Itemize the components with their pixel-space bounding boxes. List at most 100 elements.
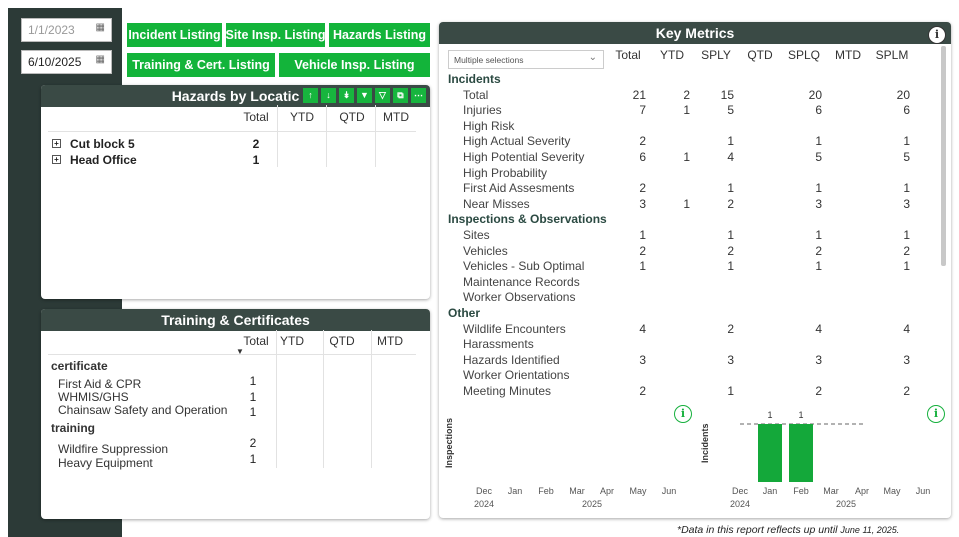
hazard-total-value: 1: [252, 153, 260, 167]
table-row[interactable]: + Cut block 5: [52, 137, 135, 151]
metric-label: Injuries: [463, 103, 502, 118]
metric-label: High Risk: [463, 118, 515, 133]
expand-icon[interactable]: +: [52, 155, 61, 165]
x-tick-label: Feb: [793, 486, 809, 496]
metric-value: 6: [903, 103, 910, 118]
end-date-value: 6/10/2025: [28, 55, 82, 69]
metric-value: 1: [727, 228, 734, 242]
metric-value: 3: [639, 352, 646, 367]
calendar-icon[interactable]: ▦: [96, 22, 105, 33]
training-header-divider: [48, 354, 416, 355]
km-col-ytd[interactable]: YTD: [652, 48, 692, 62]
km-col-total[interactable]: Total: [608, 48, 648, 62]
km-col-sply[interactable]: SPLY: [696, 48, 736, 62]
x-tick-label: Jun: [915, 486, 931, 496]
metric-label: Vehicles - Sub Optimal: [463, 259, 585, 274]
chart-bar[interactable]: [758, 424, 782, 482]
end-date-input[interactable]: 6/10/2025 ▦: [21, 50, 112, 74]
metric-value: 1: [815, 134, 822, 149]
calendar-icon[interactable]: ▦: [96, 54, 105, 65]
hazards-listing-button[interactable]: Hazards Listing: [329, 23, 430, 47]
metric-value: 1: [727, 384, 734, 398]
metric-value: 5: [727, 103, 734, 118]
x-tick-label: Apr: [599, 486, 614, 496]
x-year-label: 2024: [473, 499, 495, 509]
arrow-up-icon[interactable]: ↑: [303, 88, 318, 103]
metric-section-label: Incidents: [448, 72, 501, 86]
site-insp-listing-button[interactable]: Site Insp. Listing: [226, 23, 326, 47]
metric-label: Total: [463, 87, 489, 102]
incident-listing-button[interactable]: Incident Listing: [127, 23, 222, 47]
training-cert-listing-button[interactable]: Training & Cert. Listing: [127, 53, 275, 77]
visual-toolbar: ↑ ↓ ↡ ▼ ▽ ⧉ ⋯: [303, 88, 426, 103]
metric-value: 3: [727, 352, 734, 367]
vehicle-insp-listing-button[interactable]: Vehicle Insp. Listing: [279, 53, 430, 77]
hazard-location-label: Cut block 5: [70, 137, 135, 151]
training-section-certificate[interactable]: certificate: [51, 359, 108, 373]
metric-value: 15: [720, 87, 734, 102]
metric-value: 1: [683, 150, 690, 164]
list-item: Chainsaw Safety and Operation: [58, 403, 228, 417]
training-total-value: 2: [249, 436, 257, 450]
info-icon[interactable]: i: [928, 26, 946, 44]
table-row[interactable]: + Head Office: [52, 153, 137, 167]
training-section-training[interactable]: training: [51, 421, 95, 435]
x-tick-label: Mar: [823, 486, 839, 496]
x-year-label: 2024: [729, 499, 751, 509]
x-year-label: 2025: [581, 499, 603, 509]
x-tick-label: Mar: [569, 486, 585, 496]
vertical-scrollbar[interactable]: [941, 46, 946, 266]
more-options-icon[interactable]: ⋯: [411, 88, 426, 103]
filter-icon[interactable]: ▽: [375, 88, 390, 103]
metric-label: Near Misses: [463, 196, 530, 211]
hazards-panel-title-text: Hazards by Locatic: [171, 88, 300, 104]
metric-label: Vehicles: [463, 243, 508, 258]
training-col-divider: [323, 330, 324, 468]
hazards-col-mtd[interactable]: MTD: [376, 110, 416, 124]
metric-value: 20: [896, 87, 910, 102]
metric-label: Hazards Identified: [463, 352, 560, 367]
metric-value: 2: [727, 321, 734, 336]
expand-all-icon[interactable]: ▼: [357, 88, 372, 103]
metric-value: 3: [815, 352, 822, 367]
km-col-splm[interactable]: SPLM: [872, 48, 912, 62]
metric-value: 1: [903, 259, 910, 274]
metric-value: 4: [815, 321, 822, 336]
x-tick-label: Jan: [507, 486, 523, 496]
list-item: WHMIS/GHS: [58, 390, 129, 404]
double-arrow-down-icon[interactable]: ↡: [339, 88, 354, 103]
training-total-value: 1: [249, 390, 257, 404]
hazards-col-total[interactable]: Total: [236, 110, 276, 124]
metric-label: Worker Orientations: [463, 368, 570, 383]
metric-value: 4: [727, 150, 734, 164]
metric-value: 1: [815, 228, 822, 242]
metric-label: High Actual Severity: [463, 134, 571, 149]
arrow-down-icon[interactable]: ↓: [321, 88, 336, 103]
start-date-input[interactable]: 1/1/2023 ▦: [21, 18, 112, 42]
hazards-col-qtd[interactable]: QTD: [330, 110, 374, 124]
list-item: Wildfire Suppression: [58, 442, 169, 456]
km-col-splq[interactable]: SPLQ: [784, 48, 824, 62]
metric-value: 2: [639, 181, 646, 196]
list-item: Heavy Equipment: [58, 456, 153, 470]
info-icon[interactable]: i: [674, 405, 692, 423]
metric-label: Sites: [463, 228, 490, 242]
chevron-down-icon: ⌄: [588, 52, 597, 63]
metric-value: 2: [639, 134, 646, 149]
multiple-selections-dropdown[interactable]: Multiple selections ⌄: [448, 50, 604, 69]
x-tick-label: May: [629, 486, 647, 496]
km-col-qtd[interactable]: QTD: [740, 48, 780, 62]
hazards-col-ytd[interactable]: YTD: [280, 110, 324, 124]
metric-value: 2: [815, 243, 822, 258]
metric-value: 2: [903, 243, 910, 258]
metric-value: 1: [903, 134, 910, 149]
metric-value: 1: [683, 196, 690, 211]
training-col-mtd[interactable]: MTD: [370, 334, 410, 348]
km-col-mtd[interactable]: MTD: [828, 48, 868, 62]
chart-bar[interactable]: [789, 424, 813, 482]
metric-value: 3: [639, 196, 646, 211]
focus-mode-icon[interactable]: ⧉: [393, 88, 408, 103]
metric-value: 1: [727, 134, 734, 149]
expand-icon[interactable]: +: [52, 139, 61, 149]
training-col-qtd[interactable]: QTD: [320, 334, 364, 348]
